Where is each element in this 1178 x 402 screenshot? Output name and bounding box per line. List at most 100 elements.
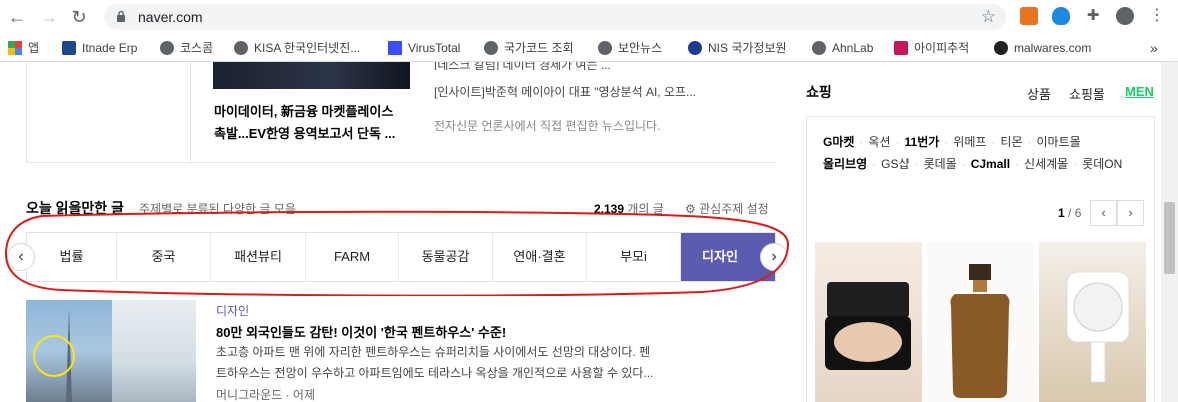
shop-pager: 1 / 6: [1058, 206, 1082, 220]
mall-emart[interactable]: 이마트몰: [1037, 135, 1081, 149]
scrollbar-thumb[interactable]: [1164, 202, 1175, 274]
bookmark-virustotal[interactable]: VirusTotal: [388, 39, 460, 57]
globe-icon: [234, 41, 248, 55]
back-icon[interactable]: ←: [6, 6, 28, 28]
mall-row-1: G마켓 · 옥션 · 11번가 · 위메프 · 티몬 · 이마트몰: [823, 135, 1081, 149]
shop-next-button[interactable]: ›: [1117, 200, 1144, 226]
news-side-item-cut[interactable]: [데스크 칼럼] 데이터 경제가 여는 ...: [434, 62, 611, 70]
tab-love-marriage[interactable]: 연애·결혼: [493, 233, 587, 281]
bookmarks-overflow[interactable]: »: [1150, 39, 1158, 57]
globe-icon: [812, 41, 826, 55]
tab-next-button[interactable]: ›: [760, 243, 788, 271]
malwares-icon: [994, 41, 1008, 55]
shop-prev-button[interactable]: ‹: [1090, 200, 1117, 226]
perfume-bottle-icon: [950, 264, 1010, 398]
shop-tab-malls[interactable]: 쇼핑몰: [1069, 84, 1105, 103]
bookmark-star-icon[interactable]: ☆: [981, 7, 996, 27]
article-title[interactable]: 80만 외국인들도 감탄! 이것이 '한국 펜트하우스' 수준!: [216, 322, 506, 341]
globe-icon: [484, 41, 498, 55]
address-bar[interactable]: naver.com ☆: [104, 4, 1006, 30]
extension-shield-icon[interactable]: [1052, 7, 1070, 25]
bookmark-iptrace[interactable]: 아이피추적: [894, 39, 969, 57]
shop-tab-men[interactable]: MEN: [1125, 84, 1154, 99]
menu-icon[interactable]: ⋮: [1148, 7, 1166, 25]
tab-law[interactable]: 법률: [27, 233, 117, 281]
shop-box-border-right: [1154, 218, 1155, 402]
bookmark-malwares[interactable]: malwares.com: [994, 39, 1091, 57]
mall-wemakeprice[interactable]: 위메프: [953, 135, 986, 149]
news-note: 전자신문 언론사에서 직접 편집한 뉴스입니다.: [434, 119, 661, 133]
news-thumbnail[interactable]: [213, 62, 410, 89]
ip-icon: [894, 41, 908, 55]
article-photo-tower[interactable]: [26, 300, 112, 402]
browser-toolbar: ← → ↻ naver.com ☆ ✚ ⋮: [0, 0, 1178, 34]
bookmark-itnade[interactable]: Itnade Erp: [62, 39, 137, 57]
mall-auction[interactable]: 옥션: [868, 135, 890, 149]
article-photo-interior[interactable]: [112, 300, 196, 402]
article-desc-line1[interactable]: 초고층 아파트 맨 위에 자리한 펜트하우스는 슈퍼리치들 사이에서도 선망의 …: [216, 342, 736, 363]
bookmark-boannews[interactable]: 보안뉴스: [598, 39, 662, 57]
bookmark-ahnlab[interactable]: AhnLab: [812, 39, 873, 57]
fan-image-icon: [1066, 271, 1130, 383]
url-text: naver.com: [138, 9, 203, 25]
mall-11st[interactable]: 11번가: [905, 135, 940, 149]
tab-china[interactable]: 중국: [117, 233, 211, 281]
nis-icon: [688, 41, 702, 55]
bookmarks-bar: 앱 Itnade Erp 코스콤 KISA 한국인터넷진... VirusTot…: [0, 34, 1178, 62]
page-content: 마이데이터, 新금융 마켓플레이스 촉발...EV한영 용역보고서 단독 ...…: [0, 62, 1178, 402]
compact-image-icon: [825, 282, 911, 370]
shop-tab-products[interactable]: 상품: [1027, 84, 1051, 103]
shopping-title: 쇼핑: [806, 84, 832, 100]
bookmark-nis[interactable]: NIS 국가정보원: [688, 39, 787, 57]
extension-ex-icon[interactable]: [1020, 7, 1038, 25]
mall-shinsegae[interactable]: 신세계몰: [1024, 157, 1068, 171]
bookmark-koscom[interactable]: 코스콤: [160, 39, 213, 57]
page-scrollbar[interactable]: [1161, 62, 1178, 402]
product-perfume[interactable]: [927, 242, 1034, 402]
tower-image-icon: [33, 308, 75, 402]
apps-grid-icon: [8, 41, 22, 55]
mall-gmarket[interactable]: G마켓: [823, 135, 854, 149]
mall-tmon[interactable]: 티몬: [1000, 135, 1022, 149]
tab-fashion-beauty[interactable]: 패션뷰티: [211, 233, 306, 281]
article-desc-line2[interactable]: 트하우스는 전망이 우수하고 아파트임에도 테라스나 옥상을 개인적으로 사용할…: [216, 363, 736, 384]
profile-icon[interactable]: [1116, 7, 1134, 25]
mall-oliveyoung[interactable]: 올리브영: [823, 157, 867, 171]
product-cushion-compact[interactable]: [815, 242, 922, 402]
forward-icon[interactable]: →: [38, 6, 60, 28]
puzzle-icon[interactable]: ✚: [1084, 7, 1102, 25]
bookmark-kisa[interactable]: KISA 한국인터넷진...: [234, 39, 360, 57]
shop-box-border-left: [806, 218, 807, 402]
mall-lottemall[interactable]: 롯데몰: [924, 157, 957, 171]
tab-farm[interactable]: FARM: [306, 233, 399, 281]
bookmark-apps[interactable]: 앱: [8, 39, 39, 57]
news-headline[interactable]: 마이데이터, 新금융 마켓플레이스 촉발...EV한영 용역보고서 단독 ...: [214, 101, 414, 145]
tab-animal[interactable]: 동물공감: [399, 233, 493, 281]
reading-section-title: 오늘 읽을만한 글: [26, 200, 124, 216]
globe-icon: [160, 41, 174, 55]
mall-cjmall[interactable]: CJmall: [971, 157, 1010, 171]
bookmark-country-code[interactable]: 국가코드 조회: [484, 39, 574, 57]
virustotal-icon: [388, 41, 402, 55]
news-box-border-left: [26, 62, 27, 162]
itnade-icon: [62, 41, 76, 55]
news-box-border-bottom: [26, 162, 776, 163]
article-category[interactable]: 디자인: [216, 302, 249, 319]
tab-parent[interactable]: 부모i: [587, 233, 681, 281]
news-side-item[interactable]: [인사이트]박준혁 메이아이 대표 "영상분석 AI, 오프...: [434, 83, 696, 100]
reading-section-subtitle: 주제별로 분류된 다양한 글 모음: [139, 202, 296, 216]
mall-lotteon[interactable]: 롯데ON: [1082, 157, 1122, 171]
reload-icon[interactable]: ↻: [68, 6, 90, 28]
reading-post-count: 2,139 개의 글: [594, 202, 664, 216]
product-fan[interactable]: [1039, 242, 1146, 402]
tab-prev-button[interactable]: ‹: [7, 243, 35, 271]
lock-icon: [117, 10, 125, 22]
topic-settings-link[interactable]: ⚙ 관심주제 설정: [685, 200, 769, 217]
globe-icon: [598, 41, 612, 55]
news-box-divider: [190, 62, 191, 162]
mall-row-2: 올리브영 · GS샵 · 롯데몰 · CJmall · 신세계몰 · 롯데ON: [823, 157, 1123, 171]
topic-tab-bar: 법률 중국 패션뷰티 FARM 동물공감 연애·결혼 부모i 디자인: [26, 232, 776, 282]
mall-gsshop[interactable]: GS샵: [881, 157, 909, 171]
gear-icon: ⚙: [685, 202, 696, 216]
article-source: 머니그라운드 · 어제: [216, 388, 315, 402]
